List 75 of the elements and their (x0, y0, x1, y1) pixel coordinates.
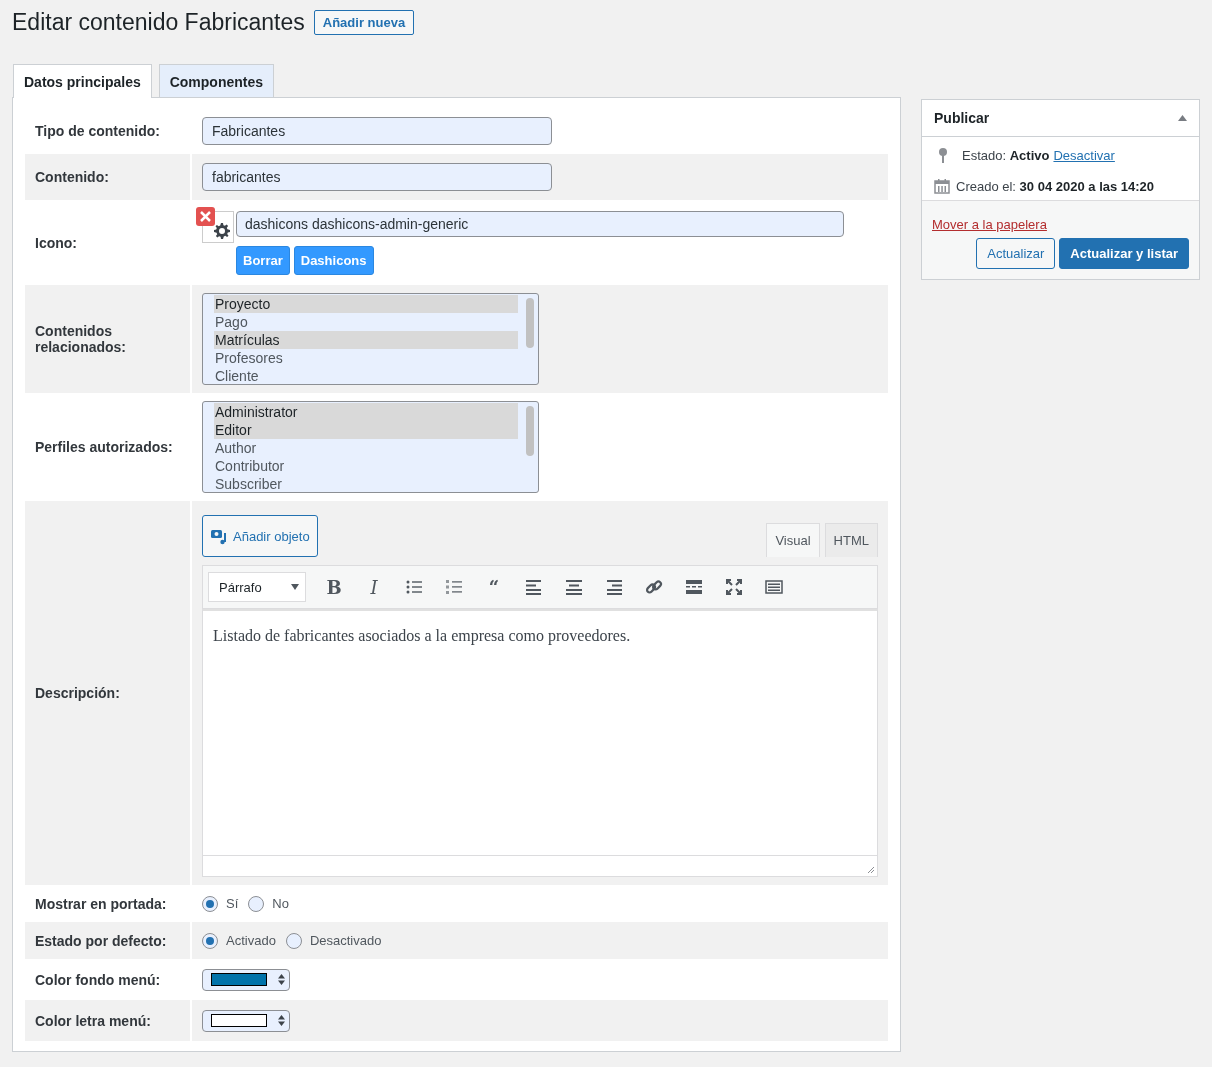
panel-title: Publicar (934, 110, 990, 126)
align-center-icon (565, 578, 583, 596)
close-icon[interactable] (196, 206, 215, 226)
radio-label: Sí (226, 896, 239, 911)
icon-class-field[interactable]: dashicons dashicons-admin-generic (236, 210, 844, 237)
field-label: Mostrar en portada: (35, 895, 167, 912)
color-select[interactable] (202, 1009, 290, 1032)
text-field[interactable]: Fabricantes (202, 117, 552, 145)
created-date-text: Creado el: 30 04 2020 a las 14:20 (956, 178, 1155, 194)
italic-button[interactable]: I (354, 576, 394, 598)
radio-label: Desactivado (309, 933, 382, 948)
field-label: Perfiles autorizados: (35, 439, 173, 455)
keyboard-icon (765, 578, 783, 596)
radio-button[interactable] (202, 895, 218, 912)
field-label: Descripción: (35, 685, 120, 701)
align-left-icon (525, 578, 543, 596)
editor-mode-tab[interactable]: Visual (766, 523, 820, 557)
camera-music-icon (210, 527, 228, 545)
page-title: Editar contenido Fabricantes (12, 9, 305, 36)
field-label: Color letra menú: (35, 1012, 151, 1029)
radio-button[interactable] (285, 932, 302, 949)
text-field[interactable]: fabricantes (202, 163, 552, 191)
caret-icon (291, 584, 299, 590)
list-option[interactable]: Author (214, 439, 518, 457)
update-button[interactable]: Actualizar (976, 238, 1056, 269)
scrollbar-thumb[interactable] (526, 406, 534, 456)
list-option[interactable]: Cliente (214, 367, 518, 384)
deactivate-link[interactable]: Desactivar (1053, 147, 1115, 163)
list-option[interactable]: Contributor (214, 457, 518, 475)
field-label: Contenido: (35, 169, 109, 185)
pin-icon (938, 147, 948, 163)
calendar-icon (934, 178, 950, 194)
add-media-button[interactable]: Añadir objeto (202, 515, 318, 557)
align-right-icon (605, 578, 623, 596)
format-select[interactable]: Párrafo (208, 572, 306, 602)
list-option[interactable]: Matrículas (214, 331, 518, 349)
collapse-arrow-icon[interactable] (1178, 115, 1187, 121)
editor-content[interactable]: Listado de fabricantes asociados a la empresa como proveedores. (202, 609, 878, 856)
list-option[interactable]: Administrator (214, 403, 518, 421)
editor-mode-tab[interactable]: HTML (824, 523, 878, 557)
up-down-arrows-icon (278, 974, 285, 985)
bold-button[interactable]: B (314, 576, 354, 598)
fullscreen-icon (725, 578, 743, 596)
field-label: Color fondo menú: (35, 971, 161, 988)
up-down-arrows-icon (278, 1015, 285, 1026)
list-option[interactable]: Proyecto (214, 295, 518, 313)
field-label: Contenidos relacionados: (35, 323, 128, 355)
list-option[interactable]: Editor (214, 421, 518, 439)
list-option[interactable]: Subscriber (214, 475, 518, 492)
radio-button[interactable] (202, 932, 218, 949)
color-select[interactable] (202, 968, 290, 991)
radio-label: No (272, 896, 289, 911)
status-text: Estado: Activo (962, 147, 1050, 163)
field-label: Tipo de contenido: (35, 123, 160, 139)
list-option[interactable]: Pago (214, 313, 518, 331)
numbers-icon (445, 578, 463, 596)
multi-select-list[interactable]: Proyecto Pago Matrículas Profesores Cliente (202, 293, 539, 385)
field-label: Icono: (35, 234, 77, 251)
radio-button[interactable] (248, 895, 265, 912)
scrollbar-thumb[interactable] (526, 298, 534, 348)
multi-select-list[interactable]: Administrator Editor Author Contributor Subscriber (202, 401, 539, 493)
update-button[interactable]: Actualizar y listar (1059, 238, 1189, 269)
trash-link[interactable]: Mover a la papelera (932, 217, 1047, 232)
bullets-icon (405, 578, 423, 596)
field-label: Estado por defecto: (35, 932, 167, 949)
tab[interactable]: Componentes (158, 64, 275, 97)
add-new-button[interactable]: Añadir nueva (313, 10, 415, 35)
radio-label: Activado (226, 933, 276, 948)
more-icon (685, 578, 703, 596)
gear-icon (214, 222, 230, 239)
link-icon (645, 578, 663, 596)
resize-handle-icon[interactable] (867, 866, 875, 874)
quote-button[interactable]: “ (474, 576, 514, 598)
tab[interactable]: Datos principales (13, 64, 152, 98)
list-option[interactable]: Profesores (214, 349, 518, 367)
